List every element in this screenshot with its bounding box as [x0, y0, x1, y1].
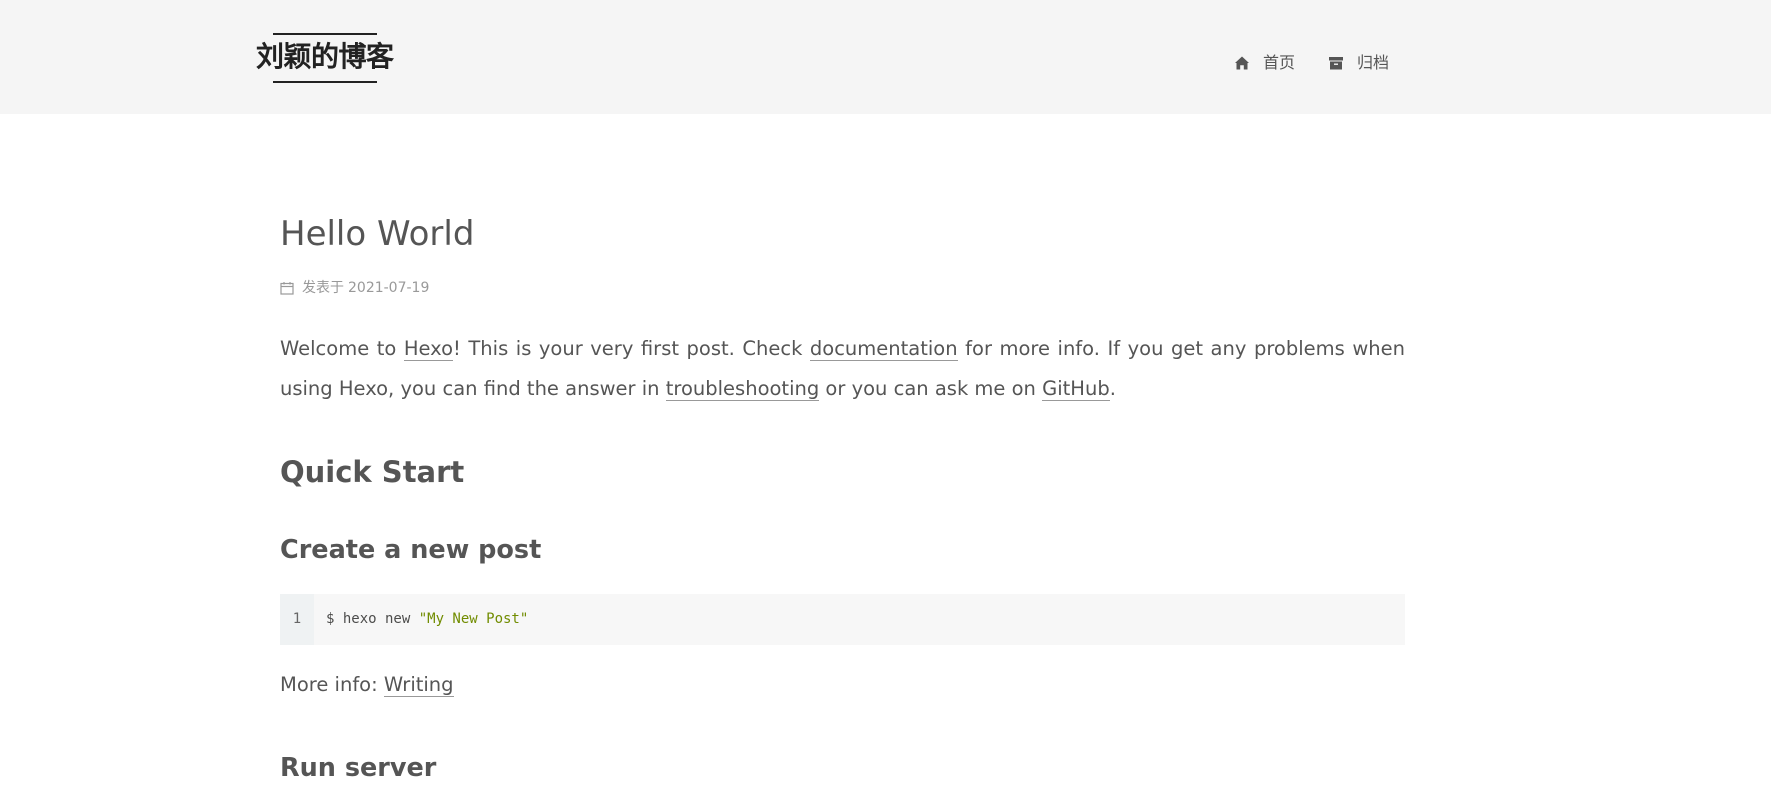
post-meta: 发表于 2021-07-19: [280, 278, 429, 298]
brand-line-top: [273, 33, 377, 35]
troubleshooting-link[interactable]: troubleshooting: [665, 377, 820, 401]
github-link[interactable]: GitHub: [1042, 377, 1110, 401]
intro-text-1: Welcome to: [280, 337, 404, 360]
intro-text-2: ! This is your very first post. Check: [453, 337, 810, 360]
code-block[interactable]: 1 $ hexo new "My New Post": [280, 594, 1405, 645]
brand-line-bottom: [273, 81, 377, 83]
create-post-heading: Create a new post: [280, 535, 542, 565]
intro-text-5: .: [1109, 377, 1116, 400]
site-header: 刘颖的博客 首页 归档: [0, 0, 1771, 114]
site-title[interactable]: 刘颖的博客: [256, 39, 394, 75]
main-nav: 首页 归档: [1234, 51, 1389, 75]
more-info: More info: Writing: [280, 665, 454, 705]
intro-text-4: or you can ask me on: [819, 377, 1043, 400]
nav-item-archive-label: 归档: [1357, 53, 1390, 72]
home-icon: [1235, 56, 1249, 70]
code-line-number: 1: [280, 594, 314, 645]
more-info-label: More info:: [280, 673, 384, 696]
code-string: "My New Post": [418, 611, 529, 627]
nav-item-archive[interactable]: 归档: [1328, 51, 1389, 75]
nav-item-home[interactable]: 首页: [1234, 51, 1295, 75]
documentation-link[interactable]: documentation: [809, 337, 958, 361]
hexo-link[interactable]: Hexo: [403, 337, 454, 361]
post-meta-label: 发表于: [302, 280, 344, 296]
code-line: $ hexo new "My New Post": [314, 594, 528, 645]
post-date: 2021-07-19: [348, 280, 430, 296]
quick-start-heading: Quick Start: [280, 455, 465, 489]
nav-item-home-label: 首页: [1263, 53, 1296, 72]
archive-icon: [1329, 57, 1344, 70]
calendar-icon: [280, 282, 294, 295]
post-intro: Welcome to Hexo! This is your very first…: [280, 329, 1405, 409]
writing-link[interactable]: Writing: [383, 673, 454, 697]
code-command: $ hexo new: [326, 611, 419, 627]
run-server-heading: Run server: [280, 753, 437, 783]
post-title[interactable]: Hello World: [280, 212, 474, 256]
